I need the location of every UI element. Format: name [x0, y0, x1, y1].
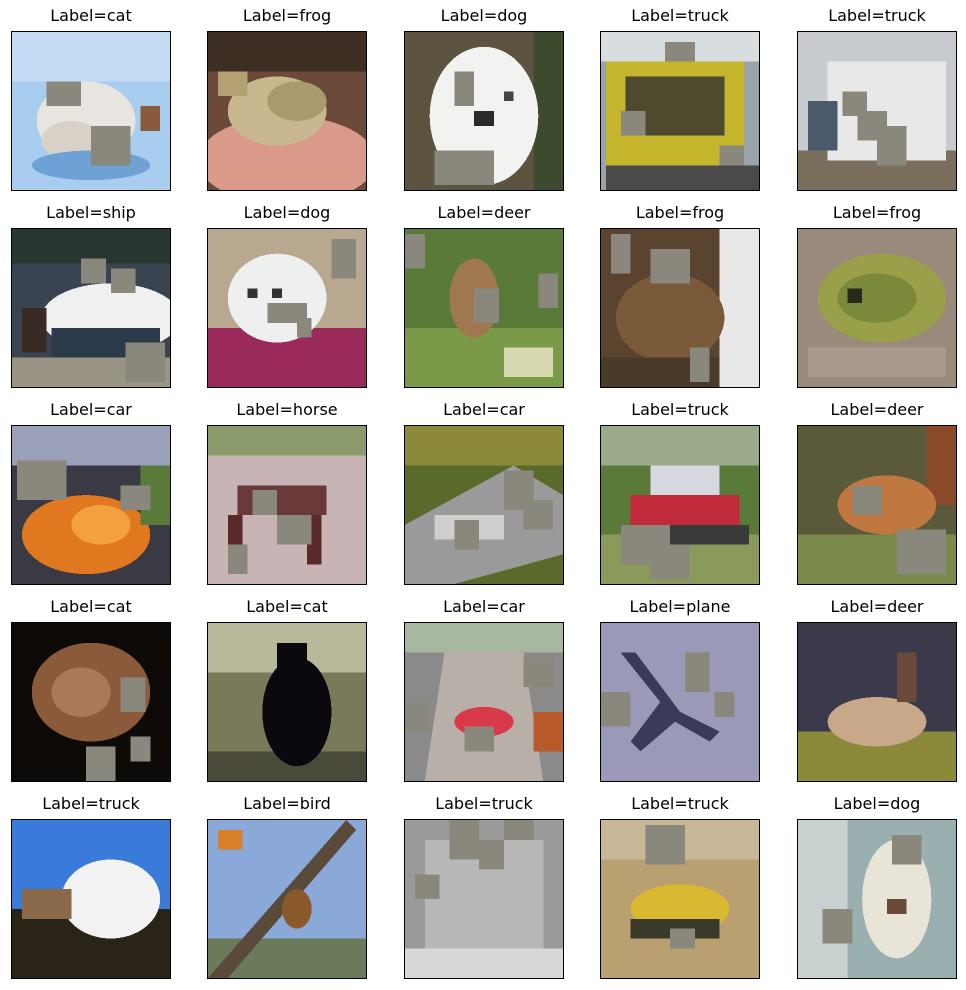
image-label: Label=deer [437, 203, 531, 222]
grid-cell-18: Label=car [404, 591, 564, 783]
grid-cell-20: Label=deer [797, 591, 957, 783]
sample-image [600, 425, 760, 585]
grid-cell-8: Label=deer [404, 197, 564, 389]
sample-image [600, 31, 760, 191]
grid-cell-6: Label=ship [11, 197, 171, 389]
image-label: Label=truck [631, 794, 729, 813]
grid-cell-3: Label=dog [404, 0, 564, 192]
image-label: Label=frog [832, 203, 922, 222]
image-label: Label=frog [242, 6, 332, 25]
image-label: Label=bird [243, 794, 331, 813]
sample-image [404, 425, 564, 585]
image-label: Label=truck [631, 6, 729, 25]
image-label: Label=car [443, 400, 525, 419]
sample-image [11, 228, 171, 388]
grid-cell-10: Label=frog [797, 197, 957, 389]
image-label: Label=plane [629, 597, 731, 616]
grid-cell-22: Label=bird [207, 788, 367, 980]
sample-image [600, 622, 760, 782]
sample-image [797, 622, 957, 782]
sample-image [11, 425, 171, 585]
image-label: Label=truck [828, 6, 926, 25]
image-label: Label=dog [833, 794, 921, 813]
sample-image [207, 31, 367, 191]
grid-cell-25: Label=dog [797, 788, 957, 980]
grid-cell-23: Label=truck [404, 788, 564, 980]
sample-image [797, 819, 957, 979]
grid-cell-2: Label=frog [207, 0, 367, 192]
grid-cell-7: Label=dog [207, 197, 367, 389]
sample-image [404, 622, 564, 782]
sample-image [11, 819, 171, 979]
image-label: Label=ship [46, 203, 136, 222]
image-label: Label=deer [830, 597, 924, 616]
sample-image [207, 819, 367, 979]
grid-cell-12: Label=horse [207, 394, 367, 586]
sample-image [600, 819, 760, 979]
image-label: Label=dog [440, 6, 528, 25]
grid-cell-16: Label=cat [11, 591, 171, 783]
sample-image [207, 425, 367, 585]
image-label: Label=truck [435, 794, 533, 813]
sample-image [207, 622, 367, 782]
image-label: Label=cat [246, 597, 328, 616]
grid-cell-24: Label=truck [600, 788, 760, 980]
image-label: Label=cat [50, 6, 132, 25]
image-label: Label=dog [243, 203, 331, 222]
sample-image [404, 228, 564, 388]
sample-image [600, 228, 760, 388]
image-label: Label=truck [42, 794, 140, 813]
grid-cell-21: Label=truck [11, 788, 171, 980]
grid-cell-14: Label=truck [600, 394, 760, 586]
sample-image [11, 31, 171, 191]
grid-cell-5: Label=truck [797, 0, 957, 192]
grid-cell-17: Label=cat [207, 591, 367, 783]
image-label: Label=truck [631, 400, 729, 419]
grid-cell-1: Label=cat [11, 0, 171, 192]
grid-cell-19: Label=plane [600, 591, 760, 783]
image-label: Label=frog [635, 203, 725, 222]
grid-cell-15: Label=deer [797, 394, 957, 586]
sample-image [207, 228, 367, 388]
sample-image [404, 819, 564, 979]
image-label: Label=cat [50, 597, 132, 616]
image-label: Label=car [50, 400, 132, 419]
sample-image [797, 31, 957, 191]
image-label: Label=car [443, 597, 525, 616]
sample-image [797, 425, 957, 585]
image-label: Label=horse [236, 400, 338, 419]
image-label: Label=deer [830, 400, 924, 419]
grid-cell-13: Label=car [404, 394, 564, 586]
grid-cell-9: Label=frog [600, 197, 760, 389]
sample-image [404, 31, 564, 191]
sample-image [797, 228, 957, 388]
grid-cell-11: Label=car [11, 394, 171, 586]
sample-image [11, 622, 171, 782]
grid-cell-4: Label=truck [600, 0, 760, 192]
